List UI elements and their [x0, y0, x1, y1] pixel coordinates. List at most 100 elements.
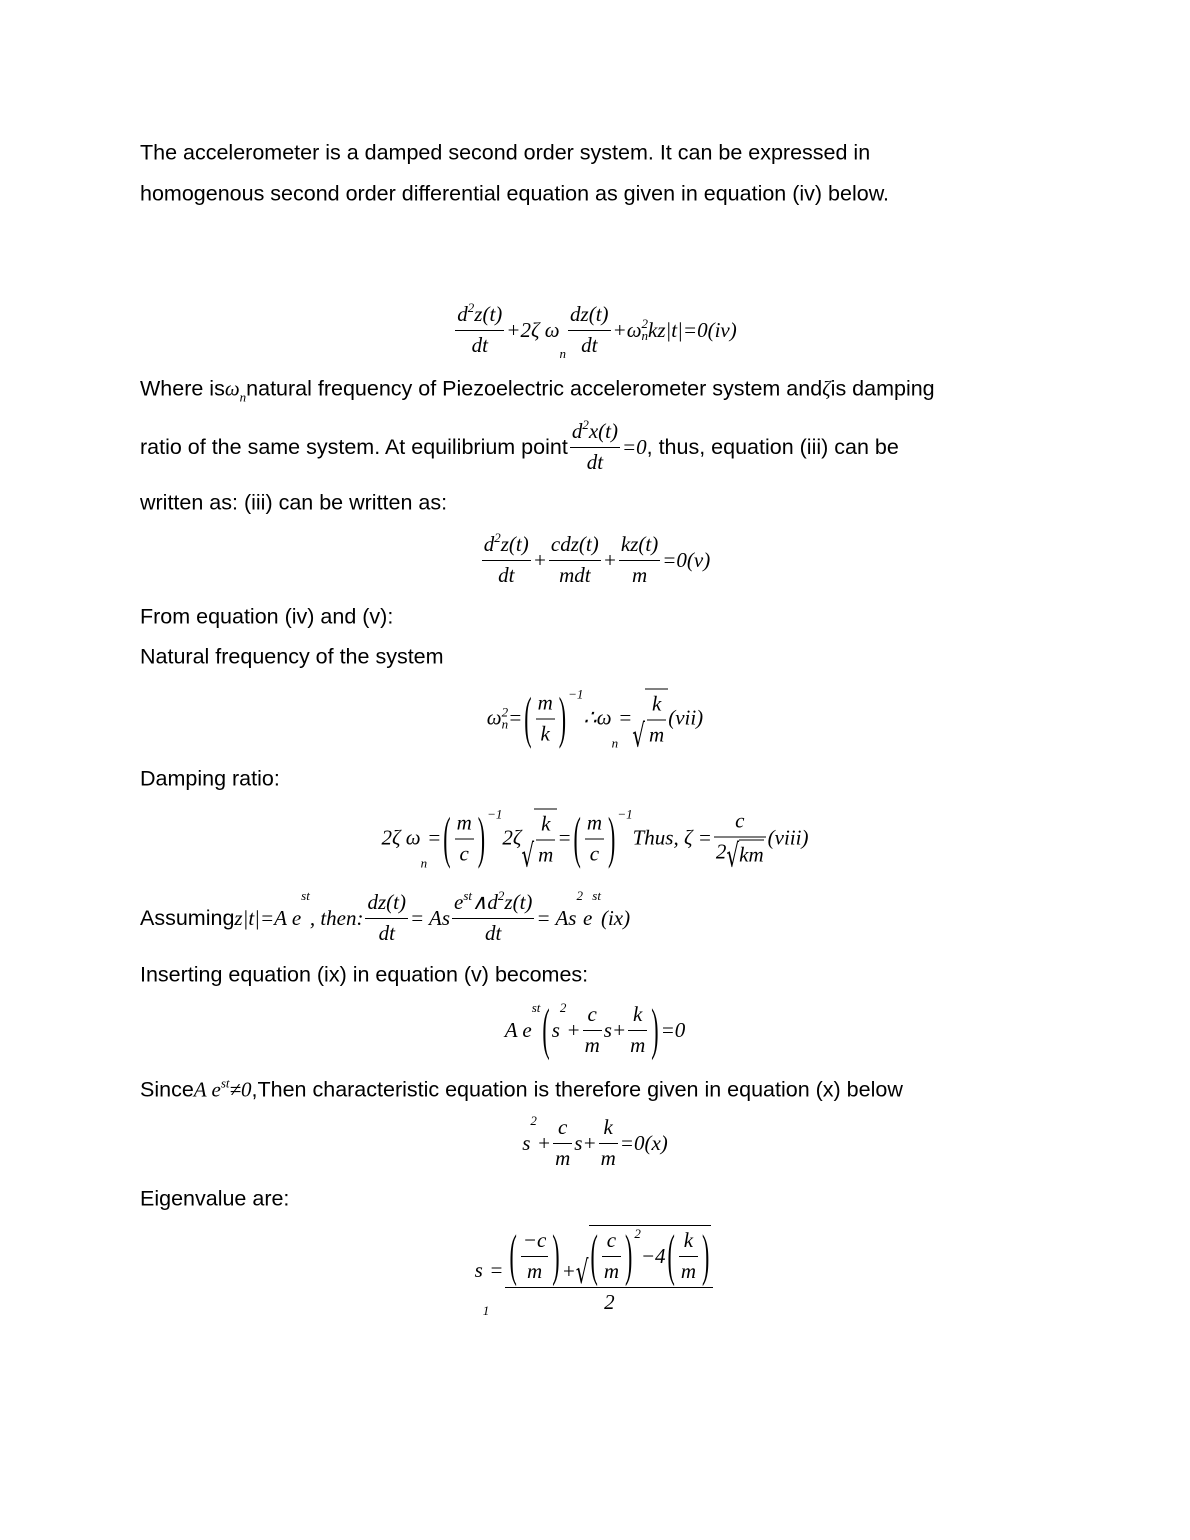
math-text: km: [739, 842, 764, 867]
math-text: k: [633, 1002, 643, 1026]
subscript: 1: [482, 1303, 490, 1318]
numerator: d 2 x(t): [570, 417, 620, 447]
right-paren: ): [651, 996, 659, 1062]
fraction: d 2 x(t) dt: [569, 417, 620, 475]
fraction: cm: [553, 1115, 573, 1171]
equation-ix-line: Assuming z|t|=A e st, then: dz(t) dt = As es…: [140, 888, 631, 946]
square-root: √km: [726, 836, 764, 875]
math-text: = As: [536, 905, 577, 930]
math-text: = As: [409, 905, 451, 930]
text-run: Inserting equation (ix) in equation (v) …: [140, 962, 589, 987]
math-text: e: [454, 890, 464, 914]
numerator: c: [556, 1115, 569, 1143]
math-text: s: [522, 1130, 531, 1155]
math-text: dz(t): [367, 890, 406, 914]
group-content: mc: [583, 810, 606, 866]
denominator: 2: [505, 1287, 714, 1315]
radical-sign: √: [521, 836, 535, 875]
fraction: d 2 z(t) dt: [455, 300, 505, 358]
fraction: km: [678, 1228, 699, 1284]
text-run: natural frequency of Piezoelectric accel…: [246, 376, 823, 401]
text-run: Assuming: [140, 905, 235, 930]
denominator: c: [584, 838, 604, 866]
math-text: m: [526, 1259, 543, 1283]
numerator: c: [605, 1228, 618, 1256]
fraction: dz(t) dt: [365, 890, 408, 946]
math-text: m: [630, 1033, 646, 1057]
math-text: 2ζ: [502, 825, 522, 850]
parenthesized-group: (k m): [666, 1222, 712, 1287]
left-paren: (: [524, 684, 532, 750]
math-text: z(t): [504, 890, 533, 914]
equation-eigenvalue: s 1 =(−c m) + √(c m) 2 −4(k m) 2: [0, 1222, 1190, 1318]
subscript: n: [559, 346, 567, 361]
left-paren: (: [509, 1222, 517, 1288]
math-text: x(t): [588, 419, 618, 443]
right-paren: ): [702, 1222, 710, 1288]
math-text: =0(x): [619, 1130, 668, 1155]
radicand: (c m) 2 −4(k m): [588, 1222, 712, 1287]
denominator: 2 √ km: [713, 836, 766, 875]
fraction: cm: [601, 1228, 622, 1284]
math-text: (ix): [600, 905, 631, 930]
math-text: m: [632, 563, 648, 587]
radicand: km: [739, 839, 764, 868]
equation-v: d 2 z(t) dt + cdz(t) mdt + kz(t) m =0(v): [0, 530, 1190, 588]
radical-sign: √: [726, 836, 740, 875]
paragraph-text: Since A e st ≠0 ,Then characteristic equati…: [140, 1076, 903, 1103]
math-text: A e: [504, 1017, 532, 1042]
math-text: +: [561, 1259, 576, 1283]
denominator: dt: [481, 560, 531, 588]
left-paren: (: [667, 1222, 675, 1288]
denominator: c: [454, 838, 474, 866]
math-text: dt: [586, 450, 604, 474]
numerator: k: [631, 1002, 644, 1030]
numerator: (−c m) + √(c m) 2 −4(k m): [505, 1222, 713, 1291]
left-paren: (: [542, 996, 550, 1062]
denominator: dt: [568, 330, 611, 358]
denominator: m: [618, 560, 661, 588]
denominator: m: [553, 1143, 573, 1171]
math-text: k: [651, 691, 662, 716]
math-text: −c: [522, 1228, 547, 1252]
math-text: dt: [471, 333, 488, 357]
math-text: d: [457, 302, 468, 326]
group-content: mk: [534, 690, 557, 746]
numerator: k: [682, 1228, 695, 1256]
numerator: kz(t): [619, 532, 660, 560]
superscript: st: [592, 888, 601, 903]
denominator: dt: [569, 447, 620, 475]
math-text: ∧d: [472, 890, 498, 914]
math-text: ω: [486, 705, 502, 730]
math-text: d: [483, 532, 495, 556]
fraction: −c m: [520, 1228, 549, 1284]
math-text: z|t|=A e: [234, 905, 302, 930]
math-text: s+: [603, 1017, 627, 1042]
left-paren: (: [573, 804, 581, 870]
math-text: =: [427, 825, 442, 850]
superscript: st: [531, 1000, 541, 1015]
equation-x: s 2 + c m s+ k m =0(x): [0, 1113, 1190, 1171]
square-root: √km: [632, 688, 669, 755]
math-text: ζ: [822, 376, 831, 401]
math-text: dt: [498, 563, 515, 587]
math-text: c: [606, 1228, 617, 1252]
square-root: √(c m) 2 −4(k m): [576, 1222, 712, 1291]
square-root: √km: [521, 808, 558, 875]
math-text: c: [459, 841, 469, 865]
text-run: , thus, equation (iii) can be: [646, 434, 899, 459]
paragraph-text: Natural frequency of the system: [140, 645, 444, 670]
equation-substituted: A e st(s 2 + c m s+ k m) =0: [0, 996, 1190, 1061]
right-paren: ): [552, 1222, 560, 1288]
fraction: e st ∧d 2 z(t) dt: [452, 888, 535, 946]
math-text: m: [649, 722, 665, 747]
paragraph-text: Damping ratio:: [140, 767, 280, 792]
math-text: m: [538, 842, 554, 867]
math-text: z(t): [500, 532, 529, 556]
radicand: km: [645, 688, 669, 748]
radical-sign: √: [632, 716, 646, 755]
text-run: Where is: [140, 376, 225, 401]
text-run: Since: [140, 1077, 194, 1102]
numerator: m: [536, 690, 555, 718]
numerator: c: [733, 809, 746, 837]
